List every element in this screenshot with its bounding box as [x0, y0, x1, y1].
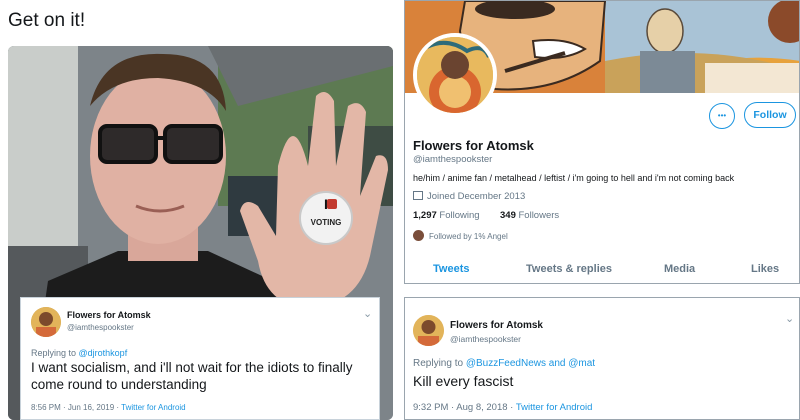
pin-text-voting: VOTING — [310, 218, 342, 227]
reply-mention-link[interactable]: @djrothkopf — [79, 348, 128, 358]
profile-name: Flowers for Atomsk — [413, 138, 534, 153]
follow-button[interactable]: Follow — [744, 102, 796, 128]
reply-context: Replying to @BuzzFeedNews and @mat — [413, 358, 595, 369]
profile-card: ••• Follow Flowers for Atomsk @iamthespo… — [404, 0, 800, 284]
profile-avatar[interactable] — [413, 33, 497, 117]
tweet-meta: 8:56 PM · Jun 16, 2019 · Twitter for And… — [31, 403, 186, 412]
embedded-tweet-right[interactable]: Flowers for Atomsk @iamthespookster ⌄ Re… — [404, 297, 800, 420]
followers-count: 349 — [500, 210, 516, 221]
tab-media[interactable]: Media — [664, 263, 695, 275]
followers-label: Followers — [518, 210, 560, 221]
chevron-down-icon[interactable]: ⌄ — [363, 307, 372, 320]
author-name[interactable]: Flowers for Atomsk — [450, 320, 543, 331]
calendar-icon — [413, 191, 423, 200]
chevron-down-icon[interactable]: ⌄ — [785, 312, 794, 325]
avatar[interactable] — [413, 315, 444, 346]
replying-prefix: Replying to — [413, 358, 466, 369]
heart-icon — [327, 199, 337, 209]
followed-by-text: Followed by 1% Angel — [429, 232, 508, 241]
reply-context: Replying to @djrothkopf — [31, 348, 127, 358]
following-count: 1,297 — [413, 210, 437, 221]
post-caption: Get on it! — [8, 10, 86, 31]
tweet-timestamp[interactable]: 9:32 PM · Aug 8, 2018 · — [413, 402, 516, 413]
profile-handle: @iamthespookster — [413, 154, 493, 165]
followers-stat[interactable]: 349 Followers — [500, 210, 559, 221]
reply-mention-link[interactable]: @BuzzFeedNews and @mat — [466, 358, 595, 369]
replying-prefix: Replying to — [31, 348, 79, 358]
joined-text: Joined December 2013 — [427, 191, 526, 202]
embedded-tweet-left[interactable]: Flowers for Atomsk @iamthespookster ⌄ Re… — [20, 297, 380, 420]
tweet-source-link[interactable]: Twitter for Android — [121, 403, 185, 412]
author-handle[interactable]: @iamthespookster — [450, 334, 521, 344]
author-handle[interactable]: @iamthespookster — [67, 323, 134, 332]
profile-tabs: Tweets Tweets & replies Media Likes — [405, 253, 799, 283]
tweet-text: I want socialism, and i'll not wait for … — [31, 360, 353, 392]
followed-by[interactable]: Followed by 1% Angel — [413, 230, 508, 241]
profile-joined: Joined December 2013 — [413, 191, 525, 202]
tab-tweets-replies[interactable]: Tweets & replies — [526, 263, 612, 275]
tweet-source-link[interactable]: Twitter for Android — [516, 402, 593, 413]
profile-bio: he/him / anime fan / metalhead / leftist… — [413, 173, 735, 183]
tweet-text: Kill every fascist — [413, 373, 514, 389]
follower-avatar — [413, 230, 424, 241]
left-post: Get on it! I VOTING Flowers for Atomsk @… — [0, 0, 400, 420]
following-stat[interactable]: 1,297 Following — [413, 210, 480, 221]
author-name[interactable]: Flowers for Atomsk — [67, 310, 151, 320]
tweet-meta: 9:32 PM · Aug 8, 2018 · Twitter for Andr… — [413, 402, 592, 413]
avatar[interactable] — [31, 307, 61, 337]
following-label: Following — [439, 210, 480, 221]
tweet-timestamp[interactable]: 8:56 PM · Jun 16, 2019 · — [31, 403, 121, 412]
more-options-button[interactable]: ••• — [709, 103, 735, 129]
tab-tweets[interactable]: Tweets — [433, 263, 469, 275]
tab-likes[interactable]: Likes — [751, 263, 779, 275]
